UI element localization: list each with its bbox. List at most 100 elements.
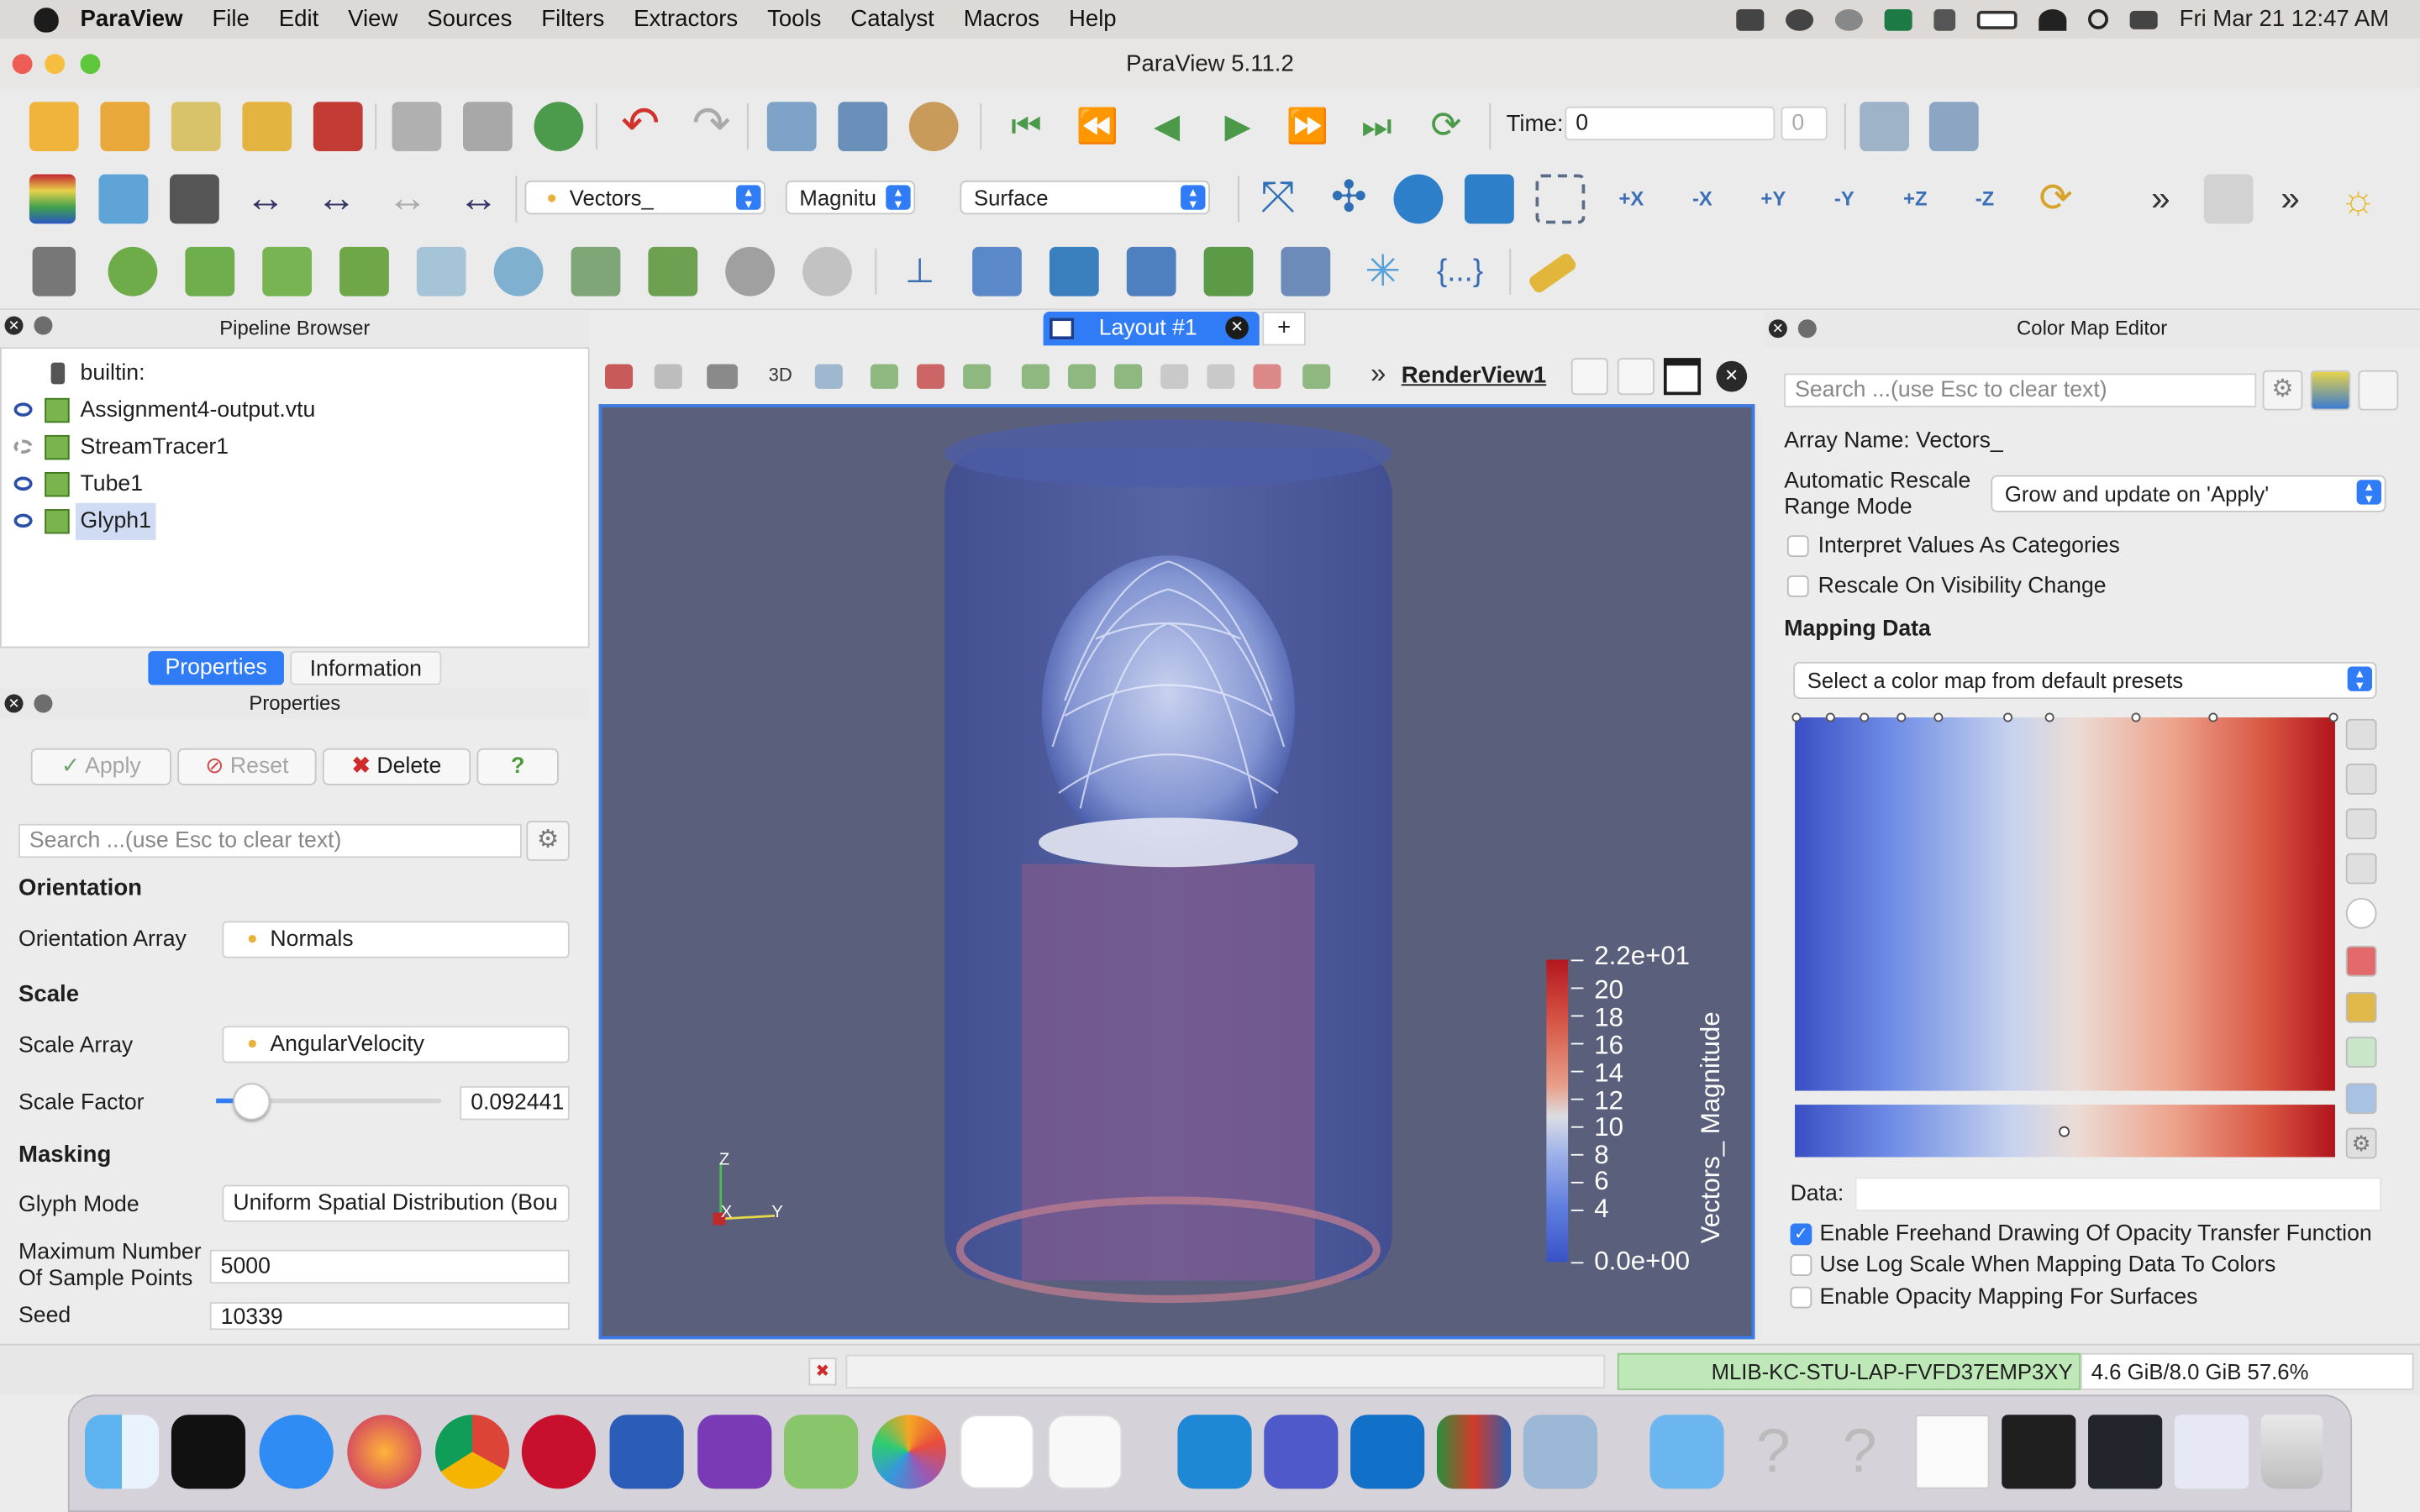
glyph-mode-select[interactable]: Uniform Spatial Distribution (Bou: [222, 1184, 570, 1222]
menu-extractors[interactable]: Extractors: [634, 6, 738, 32]
view-plus-x-icon[interactable]: +X: [1607, 175, 1656, 224]
time-index-spinbox[interactable]: 0: [1781, 106, 1828, 141]
find-data-view-icon[interactable]: [1302, 364, 1331, 389]
menu-app-name[interactable]: ParaView: [81, 6, 183, 32]
pipeline-item[interactable]: Assignment4-output.vtu: [2, 392, 588, 429]
utah-icon[interactable]: [521, 1415, 596, 1489]
render-view[interactable]: Z X Y: [598, 404, 1755, 1340]
close-panel-icon[interactable]: ✕: [4, 316, 24, 335]
seed-input[interactable]: 10339: [209, 1302, 570, 1331]
screenshot-icon[interactable]: [707, 364, 738, 389]
eye-visible-icon[interactable]: [13, 476, 33, 491]
threshold-icon[interactable]: [339, 246, 389, 297]
help-icon[interactable]: ?: [1736, 1415, 1810, 1488]
deselect-icon[interactable]: [916, 364, 945, 389]
light-kit-icon[interactable]: ☼: [2333, 175, 2383, 224]
data-value-input[interactable]: [1854, 1177, 2382, 1211]
float-panel-icon[interactable]: [1797, 319, 1817, 339]
rescale-range-icon[interactable]: [2345, 718, 2377, 750]
rescale-custom-range-icon[interactable]: [2345, 764, 2377, 795]
time-value-input[interactable]: 0: [1565, 106, 1776, 141]
maps-icon[interactable]: [784, 1415, 859, 1489]
tab-information[interactable]: Information: [290, 651, 442, 685]
camera-undo-icon[interactable]: [766, 102, 817, 151]
layout-tab[interactable]: Layout #1 ✕: [1043, 312, 1260, 346]
chrome-icon[interactable]: [434, 1415, 510, 1489]
rescale-temporal-range-icon[interactable]: [2345, 808, 2377, 840]
apple-icon[interactable]: [34, 7, 59, 32]
clip-icon[interactable]: [185, 246, 235, 297]
teams-window-icon[interactable]: [2174, 1415, 2249, 1489]
disconnect-icon[interactable]: [313, 102, 363, 151]
group-datasets-icon[interactable]: [725, 246, 776, 297]
zoom-window-button[interactable]: [80, 54, 101, 75]
reset-camera-icon[interactable]: ⤧: [1253, 174, 1302, 224]
menu-sources[interactable]: Sources: [427, 6, 512, 32]
delete-button[interactable]: ✖ Delete: [322, 748, 471, 785]
opacity-control-points[interactable]: [1791, 712, 2338, 722]
globe-status-icon[interactable]: [1835, 8, 1864, 30]
menu-clock[interactable]: Fri Mar 21 12:47 AM: [2180, 6, 2390, 32]
stream-tracer-icon[interactable]: [571, 246, 621, 297]
zoom-box-icon[interactable]: [814, 364, 843, 389]
close-layout-icon[interactable]: ✕: [1225, 316, 1249, 340]
apply-button[interactable]: ✓ Apply: [30, 748, 171, 785]
pipeline-item[interactable]: Tube1: [2, 466, 588, 503]
color-legend-toggle-icon[interactable]: [29, 174, 76, 224]
properties-search-input[interactable]: Search ...(use Esc to clear text): [18, 823, 522, 858]
excel-status-icon[interactable]: [1884, 8, 1912, 30]
rescale-visibility-checkbox[interactable]: [1786, 575, 1809, 597]
rescale-custom-icon[interactable]: ↔: [241, 175, 291, 224]
find-data-icon[interactable]: [1860, 102, 1909, 151]
terminal-icon[interactable]: [2002, 1415, 2076, 1489]
battery-icon[interactable]: [1977, 9, 2018, 29]
advanced-settings-gear-icon[interactable]: ⚙: [2345, 1127, 2377, 1159]
probe-icon[interactable]: ⊥: [895, 247, 944, 297]
save-preset-icon[interactable]: [2345, 945, 2377, 977]
camera-link-icon[interactable]: [654, 364, 682, 389]
restore-default-icon[interactable]: [2358, 370, 2399, 411]
load-state-icon[interactable]: [171, 102, 221, 151]
nan-color-icon[interactable]: [2345, 1037, 2377, 1068]
overflow-icon[interactable]: »: [2136, 175, 2186, 224]
colormap-search-input[interactable]: Search ...(use Esc to clear text): [1784, 373, 2257, 407]
spotlight-search-icon[interactable]: [2088, 9, 2109, 29]
minimize-window-button[interactable]: [45, 54, 66, 75]
reset-button[interactable]: ⊘ Reset: [177, 748, 317, 785]
slice-icon[interactable]: [262, 246, 313, 297]
firefox-icon[interactable]: [347, 1415, 422, 1489]
max-points-input[interactable]: 5000: [209, 1249, 570, 1284]
trash-icon[interactable]: [2260, 1415, 2323, 1489]
interactive-select-icon[interactable]: [1160, 364, 1189, 389]
redo-icon[interactable]: ↷: [687, 101, 736, 151]
freeform-icon[interactable]: [1048, 1415, 1123, 1489]
eye-visible-icon[interactable]: [13, 402, 33, 417]
teams-status-icon[interactable]: [1736, 8, 1765, 30]
menu-tools[interactable]: Tools: [767, 6, 821, 32]
zoom-to-data-icon[interactable]: ✣: [1324, 174, 1374, 224]
opacity-surfaces-checkbox[interactable]: [1790, 1286, 1812, 1309]
scale-array-select[interactable]: AngularVelocity: [222, 1026, 570, 1063]
render-view-title[interactable]: RenderView1: [1402, 363, 1547, 389]
play-backward-icon[interactable]: ◀: [1142, 102, 1192, 151]
log-scale-checkbox[interactable]: [1790, 1254, 1812, 1276]
menu-filters[interactable]: Filters: [541, 6, 604, 32]
palette-icon[interactable]: [908, 102, 959, 151]
menu-view[interactable]: View: [348, 6, 397, 32]
choose-preset-icon[interactable]: [2345, 897, 2377, 929]
select-frustum-icon[interactable]: [1067, 364, 1097, 389]
zoom-to-box-icon[interactable]: [1393, 174, 1444, 224]
view-minus-y-icon[interactable]: -Y: [1819, 175, 1869, 224]
overflow-icon[interactable]: »: [2265, 175, 2315, 224]
advanced-properties-gear-icon[interactable]: ⚙: [526, 821, 570, 861]
edit-color-map-icon[interactable]: [98, 174, 149, 224]
histogram-icon[interactable]: [1049, 246, 1099, 297]
select-cells-icon[interactable]: [870, 364, 898, 389]
play-icon[interactable]: ▶: [1213, 102, 1263, 151]
save-data-icon[interactable]: [100, 102, 150, 151]
toggle-3d-button[interactable]: 3D: [769, 364, 792, 386]
capture-screenshot-icon[interactable]: [1928, 102, 1979, 151]
outlook-icon[interactable]: [1350, 1415, 1425, 1489]
document-icon[interactable]: [1915, 1415, 1990, 1489]
menu-macros[interactable]: Macros: [964, 6, 1039, 32]
